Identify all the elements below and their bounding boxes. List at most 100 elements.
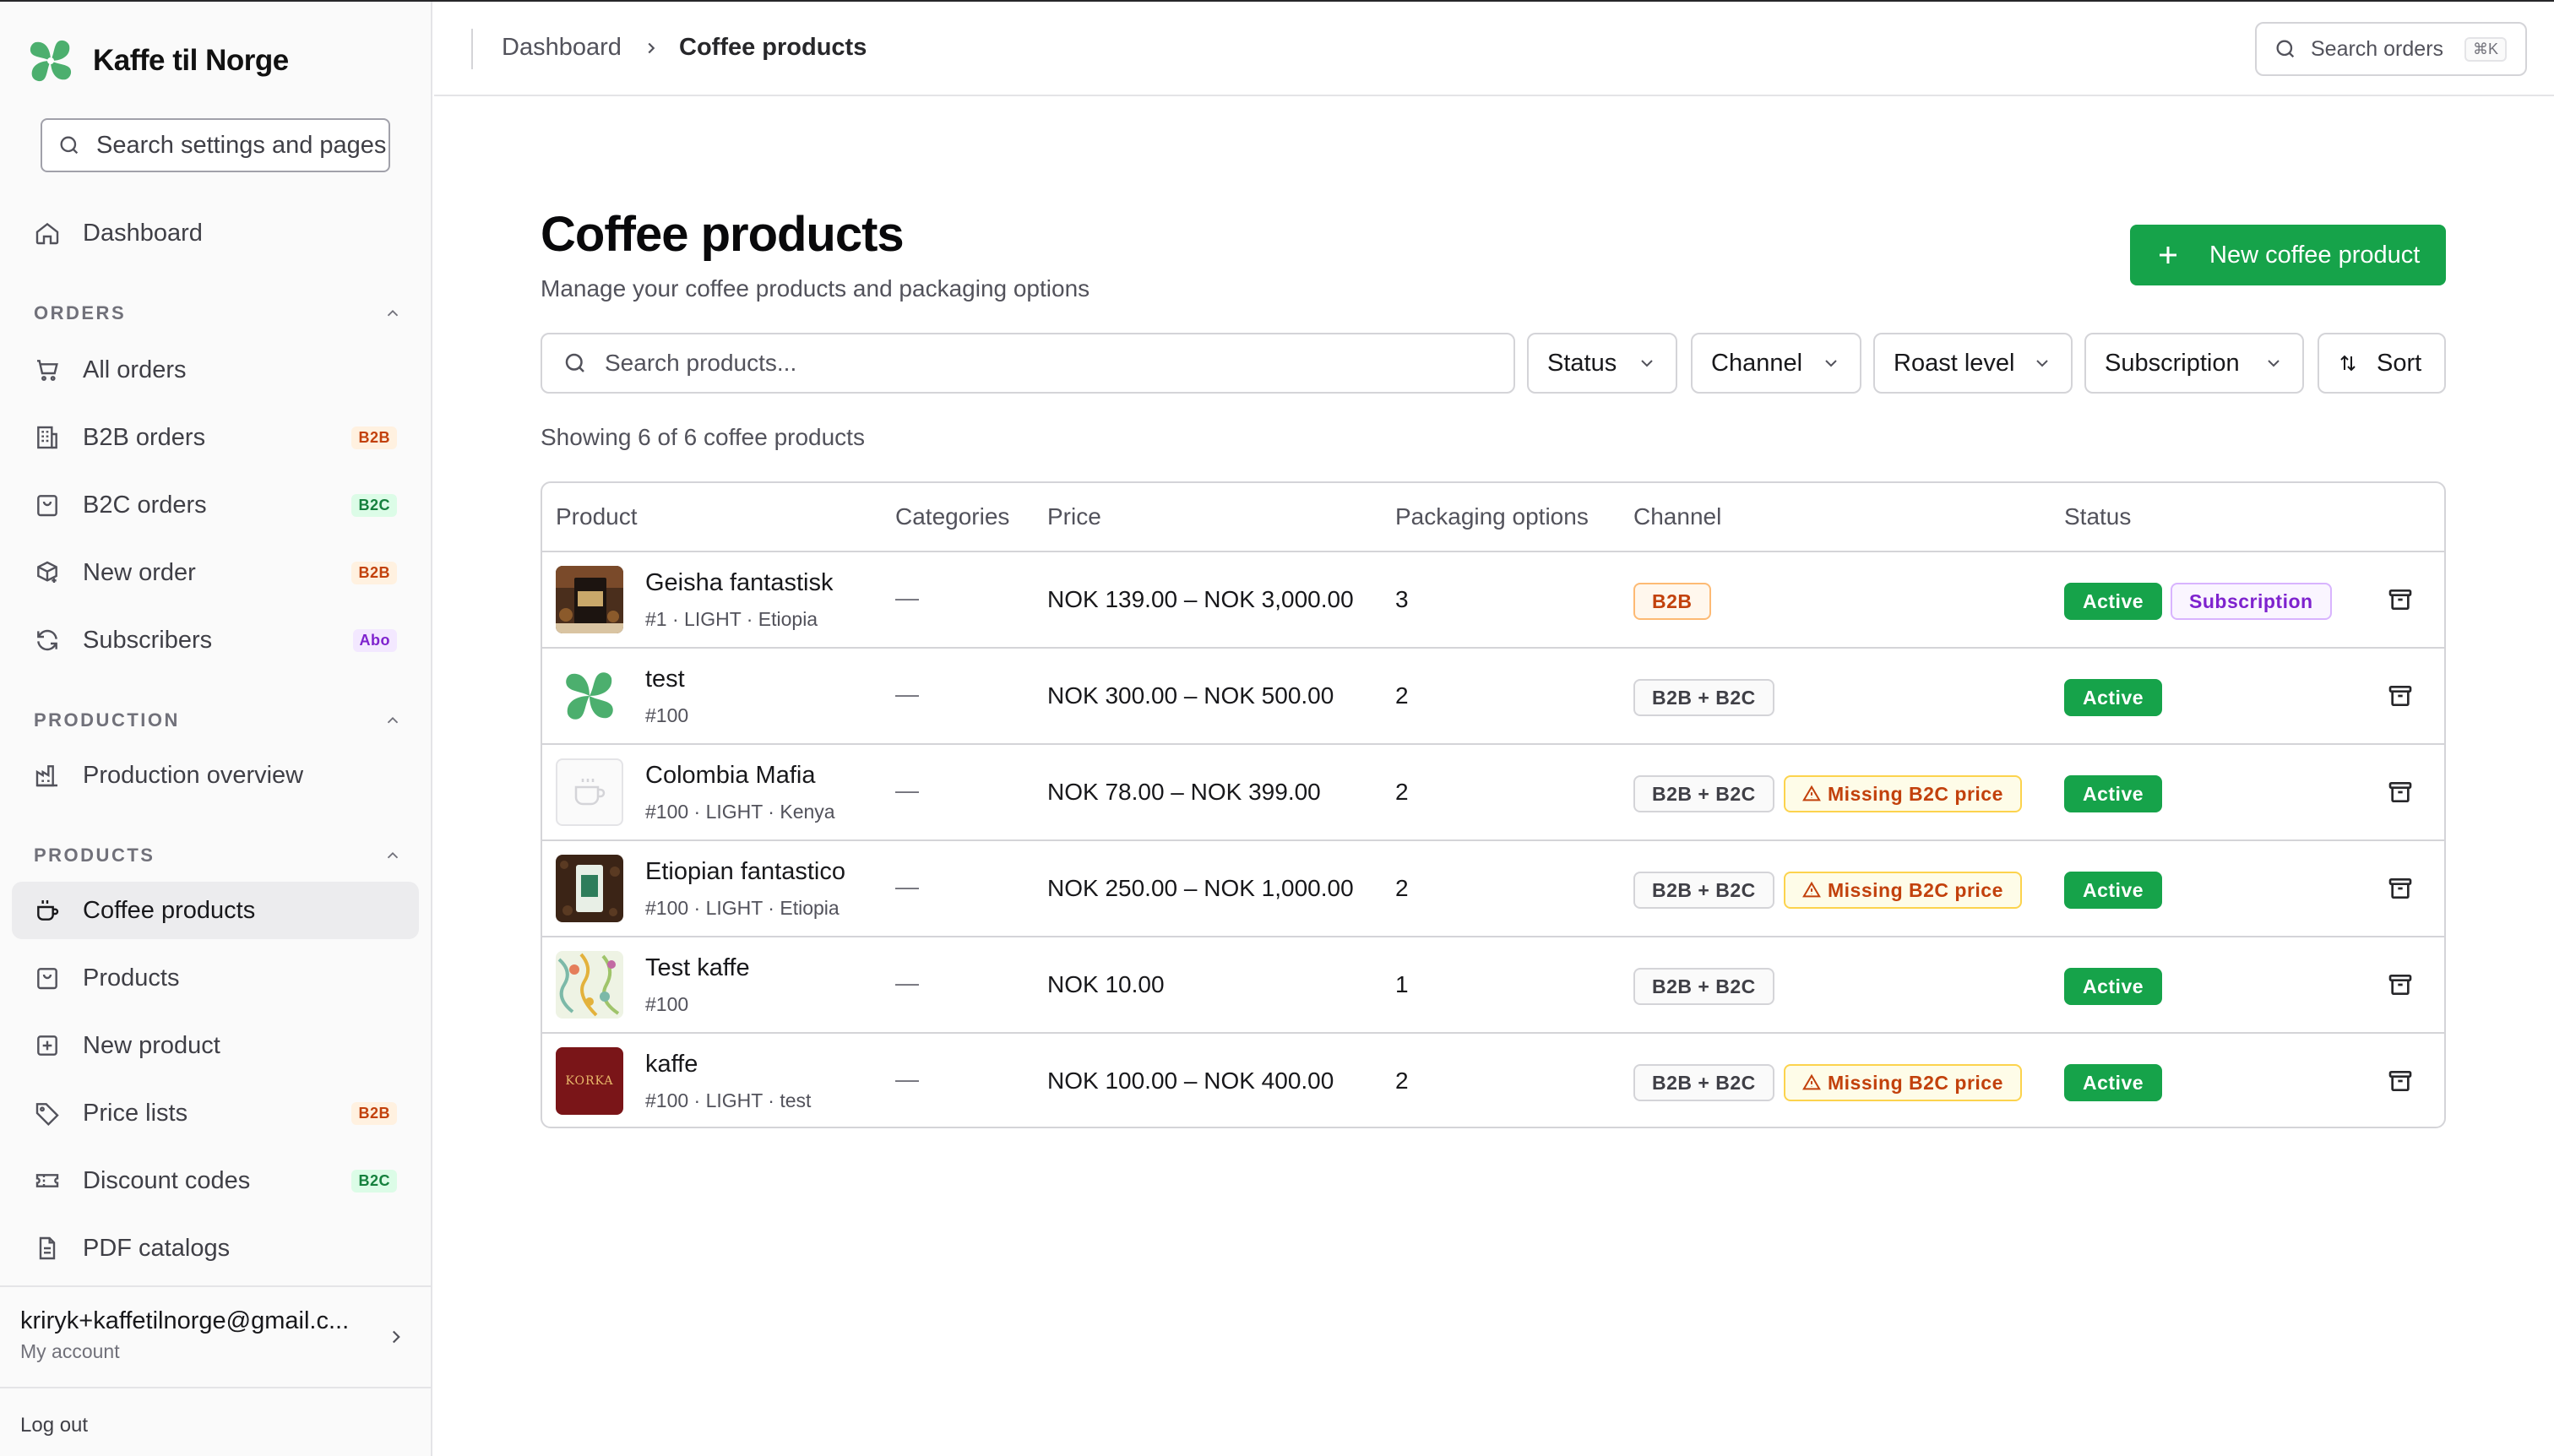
archive-icon[interactable] [2387, 586, 2414, 613]
column-header-price: Price [1047, 503, 1101, 530]
sidebar-item-discount-codes[interactable]: Discount codes B2C [12, 1152, 419, 1209]
new-coffee-product-button[interactable]: New coffee product [2130, 225, 2446, 285]
categories-cell: — [895, 873, 919, 899]
sidebar-item-b2c-orders[interactable]: B2C orders B2C [12, 476, 419, 534]
file-icon [39, 1236, 56, 1260]
archive-icon[interactable] [2387, 682, 2414, 709]
status-badge: Active [2064, 1064, 2163, 1101]
channel-badge: B2B + B2C [1633, 679, 1774, 716]
search-products-input[interactable]: Search products... [541, 333, 1515, 394]
archive-icon[interactable] [2387, 971, 2414, 998]
warning-badge: Missing B2C price [1784, 872, 2022, 909]
sidebar-item-new-product[interactable]: New product [12, 1017, 419, 1074]
channel-badge: B2B + B2C [1633, 775, 1774, 812]
sidebar-item-products[interactable]: Products [12, 949, 419, 1007]
product-thumbnail [556, 758, 623, 826]
product-name[interactable]: Etiopian fantastico [645, 858, 845, 886]
sidebar-item-label: Dashboard [83, 219, 203, 247]
archive-icon[interactable] [2387, 1068, 2414, 1095]
column-header-status: Status [2064, 503, 2132, 530]
chevron-down-icon [2036, 360, 2048, 367]
product-thumbnail [556, 566, 623, 633]
status-badge: Active [2064, 775, 2163, 812]
sidebar-item-all-orders[interactable]: All orders [12, 341, 419, 399]
b2b-badge: B2B [351, 426, 397, 449]
table-row[interactable]: Test kaffe #100 — NOK 10.00 1 B2B + B2C … [542, 937, 2444, 1034]
abo-badge: Abo [352, 628, 397, 652]
filter-label: Status [1547, 349, 1617, 377]
kaffe-logo-icon [30, 40, 72, 82]
sidebar-item-label: New order [83, 558, 196, 586]
warning-text: Missing B2C price [1828, 878, 2003, 901]
b2c-badge: B2C [351, 1169, 397, 1193]
account-menu[interactable]: kriryk+kaffetilnorge@gmail.c... My accou… [20, 1307, 409, 1363]
breadcrumb-dashboard[interactable]: Dashboard [502, 34, 622, 62]
product-name[interactable]: Geisha fantastisk [645, 569, 833, 597]
price-cell: NOK 139.00 – NOK 3,000.00 [1047, 586, 1354, 612]
b2b-badge: B2B [351, 1101, 397, 1125]
package-plus-icon [37, 561, 57, 583]
archive-icon[interactable] [2387, 875, 2414, 902]
sidebar-item-new-order[interactable]: New order B2B [12, 544, 419, 601]
categories-cell: — [895, 970, 919, 996]
sort-button[interactable]: Sort [2318, 333, 2446, 394]
categories-cell: — [895, 681, 919, 707]
table-row[interactable]: Geisha fantastisk #1 · LIGHT · Etiopia —… [542, 552, 2444, 649]
page-title: Coffee products [541, 207, 905, 262]
sidebar-search-input[interactable]: Search settings and pages [41, 118, 390, 172]
sort-arrows-icon [2340, 355, 2356, 372]
warning-icon [1802, 881, 1821, 898]
section-orders[interactable]: ORDERS [34, 302, 402, 324]
logout-link[interactable]: Log out [20, 1414, 88, 1437]
product-name[interactable]: kaffe [645, 1051, 698, 1078]
categories-cell: — [895, 1066, 919, 1092]
archive-icon[interactable] [2387, 779, 2414, 806]
chevron-right-icon[interactable] [385, 1326, 407, 1348]
warning-text: Missing B2C price [1828, 1071, 2003, 1094]
channel-filter[interactable]: Channel [1691, 333, 1861, 394]
thumbnail-logo-text: KORKA [565, 1074, 614, 1088]
sidebar-item-label: Discount codes [83, 1166, 251, 1194]
home-icon [35, 222, 59, 245]
brand[interactable]: Kaffe til Norge [25, 35, 289, 86]
sidebar-item-price-lists[interactable]: Price lists B2B [12, 1084, 419, 1142]
button-label: New coffee product [2209, 241, 2421, 269]
column-header-product: Product [556, 503, 638, 530]
section-products[interactable]: PRODUCTS [34, 845, 402, 867]
status-filter[interactable]: Status [1527, 333, 1677, 394]
table-row[interactable]: test #100 — NOK 300.00 – NOK 500.00 2 B2… [542, 649, 2444, 745]
table-row[interactable]: Colombia Mafia #100 · LIGHT · Kenya — NO… [542, 745, 2444, 841]
sidebar-item-label: All orders [83, 356, 187, 383]
refresh-icon [37, 629, 57, 651]
column-header-packaging: Packaging options [1395, 503, 1589, 530]
search-orders-button[interactable]: Search orders ⌘K [2255, 22, 2527, 76]
product-thumbnail [556, 855, 623, 922]
warning-text: Missing B2C price [1828, 782, 2003, 805]
sidebar-item-b2b-orders[interactable]: B2B orders B2B [12, 409, 419, 466]
sidebar-item-pdf-catalogs[interactable]: PDF catalogs [12, 1220, 419, 1277]
sidebar-item-coffee-products[interactable]: Coffee products [12, 882, 419, 939]
plus-icon [2160, 247, 2176, 263]
sidebar-item-subscribers[interactable]: Subscribers Abo [12, 611, 419, 669]
roast-level-filter[interactable]: Roast level [1873, 333, 2073, 394]
table-row[interactable]: KORKA kaffe #100 · LIGHT · test — NOK 10… [542, 1034, 2444, 1127]
product-name[interactable]: test [645, 666, 685, 693]
table-row[interactable]: Etiopian fantastico #100 · LIGHT · Etiop… [542, 841, 2444, 937]
product-meta: #100 [645, 704, 689, 726]
sidebar: Kaffe til Norge Search settings and page… [0, 2, 432, 1456]
product-name[interactable]: Test kaffe [645, 954, 750, 982]
sidebar-item-production-overview[interactable]: Production overview [12, 747, 419, 804]
sidebar-item-dashboard[interactable]: Dashboard [12, 204, 419, 262]
product-meta: #1 · LIGHT · Etiopia [645, 608, 818, 630]
results-count: Showing 6 of 6 coffee products [541, 424, 865, 450]
warning-badge: Missing B2C price [1784, 775, 2022, 812]
subscription-filter[interactable]: Subscription [2084, 333, 2304, 394]
channel-badge: B2B [1633, 583, 1711, 620]
sidebar-item-label: Price lists [83, 1099, 188, 1127]
price-cell: NOK 100.00 – NOK 400.00 [1047, 1068, 1334, 1094]
product-name[interactable]: Colombia Mafia [645, 762, 815, 790]
top-bar: Dashboard Coffee products Search orders … [434, 2, 2554, 96]
section-production[interactable]: PRODUCTION [34, 709, 402, 731]
sidebar-item-label: Production overview [83, 761, 304, 789]
filter-label: Channel [1711, 349, 1803, 377]
